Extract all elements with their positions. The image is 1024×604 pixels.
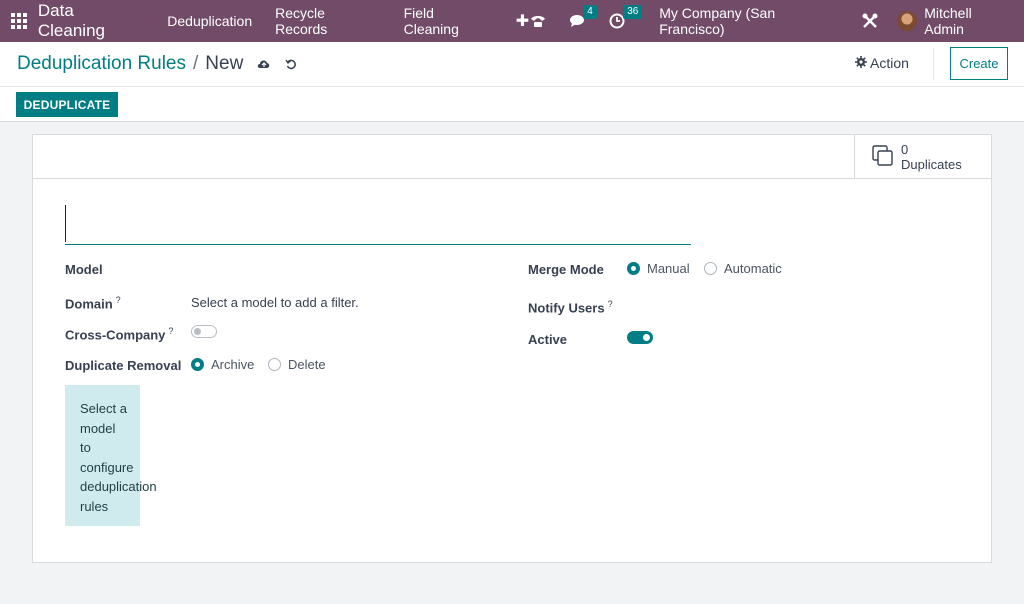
notify-users-label: Notify Users? (528, 299, 613, 316)
deduplicate-button[interactable]: DEDUPLICATE (16, 92, 118, 117)
button-box: 0 Duplicates (33, 135, 991, 179)
activities-badge: 36 (623, 5, 643, 19)
tools-icon[interactable] (861, 12, 879, 30)
duplicates-count: 0 (901, 142, 909, 157)
menu-field-cleaning[interactable]: Field Cleaning (404, 5, 493, 37)
domain-help[interactable]: ? (116, 295, 121, 305)
messages-badge: 4 (583, 5, 597, 19)
removal-delete-radio[interactable]: Delete (268, 357, 326, 372)
discard-icon[interactable] (285, 58, 297, 70)
avatar[interactable] (897, 11, 918, 31)
gear-icon (855, 55, 870, 71)
info-alert: Select a model to configure deduplicatio… (65, 385, 157, 526)
chat-icon[interactable]: 4 (569, 5, 597, 29)
duplicates-smart-button[interactable]: 0 Duplicates (854, 135, 991, 179)
cross-company-label: Cross-Company? (65, 326, 174, 343)
cross-company-help[interactable]: ? (168, 326, 173, 336)
merge-automatic-radio[interactable]: Automatic (704, 261, 782, 276)
breadcrumb-separator: / (193, 53, 199, 74)
model-label: Model (65, 262, 103, 277)
plus-icon[interactable]: ✚ (516, 11, 529, 31)
merge-mode-label: Merge Mode (528, 262, 604, 277)
company-switcher[interactable]: My Company (San Francisco) (659, 5, 843, 37)
domain-label: Domain? (65, 295, 121, 312)
user-menu[interactable]: Mitchell Admin (924, 5, 1014, 37)
merge-manual-radio[interactable]: Manual (627, 261, 690, 276)
rule-name-input[interactable] (65, 203, 691, 245)
clock-icon[interactable]: 36 (609, 5, 643, 29)
form-sheet: 0 Duplicates Model Domain? Select a mode… (32, 134, 992, 563)
breadcrumb-current: New (205, 53, 244, 74)
notify-users-help[interactable]: ? (608, 299, 613, 309)
breadcrumb: Deduplication Rules / New (17, 53, 297, 75)
create-button[interactable]: Create (950, 47, 1008, 80)
menu-deduplication[interactable]: Deduplication (167, 13, 252, 29)
menu-recycle-records[interactable]: Recycle Records (275, 5, 380, 37)
text-caret (65, 205, 66, 242)
control-panel: Deduplication Rules / New Action Create (0, 42, 1024, 87)
divider (933, 48, 934, 80)
duplicates-label: Duplicates (901, 157, 962, 172)
active-label: Active (528, 332, 568, 347)
phone-icon[interactable] (529, 13, 547, 29)
action-label: Action (870, 55, 909, 71)
removal-archive-radio[interactable]: Archive (191, 357, 254, 372)
domain-placeholder[interactable]: Select a model to add a filter. (191, 295, 359, 310)
duplicates-icon (855, 144, 901, 171)
active-toggle[interactable] (627, 331, 653, 344)
cross-company-toggle[interactable] (191, 325, 217, 338)
apps-grid-icon[interactable] (0, 0, 38, 42)
breadcrumb-parent[interactable]: Deduplication Rules (17, 53, 186, 75)
status-bar: DEDUPLICATE (0, 87, 1024, 122)
top-navbar: Data Cleaning Deduplication Recycle Reco… (0, 0, 1024, 42)
action-button[interactable]: Action (855, 55, 909, 71)
duplicate-removal-label: Duplicate Removal (65, 358, 182, 373)
cloud-save-icon[interactable] (257, 58, 271, 70)
app-name[interactable]: Data Cleaning (38, 1, 145, 41)
